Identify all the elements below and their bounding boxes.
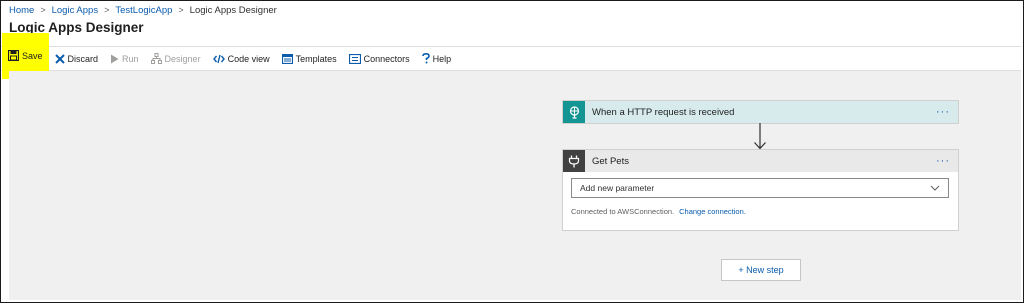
templates-label: Templates <box>295 53 337 64</box>
toolbar: Save Discard Run Designer Code view Temp… <box>2 32 458 79</box>
close-icon <box>54 53 65 64</box>
action-card-header[interactable]: Get Pets ··· <box>563 150 958 172</box>
change-connection-link[interactable]: Change connection. <box>679 207 746 216</box>
trigger-more-options-icon[interactable]: ··· <box>936 107 950 118</box>
connectors-button[interactable]: Connectors <box>343 47 416 70</box>
connectors-label: Connectors <box>363 53 410 64</box>
action-card[interactable]: Get Pets ··· Add new parameter Connected… <box>563 150 958 230</box>
breadcrumb-logic-apps[interactable]: Logic Apps <box>52 5 98 16</box>
breadcrumb-current: Logic Apps Designer <box>189 4 277 16</box>
new-step-button[interactable]: + New step <box>721 259 801 281</box>
connection-status-text: Connected to AWSConnection. <box>571 207 675 216</box>
http-request-icon <box>563 101 585 123</box>
code-view-button[interactable]: Code view <box>207 47 276 70</box>
question-mark-icon <box>421 53 430 64</box>
trigger-card[interactable]: When a HTTP request is received ··· <box>563 101 958 123</box>
chevron-down-icon <box>930 185 940 191</box>
breadcrumb-home[interactable]: Home <box>9 5 34 16</box>
help-button[interactable]: Help <box>416 47 458 70</box>
breadcrumb-test-logic-app[interactable]: TestLogicApp <box>115 5 172 16</box>
plug-icon <box>563 150 585 172</box>
designer-label: Designer <box>164 53 201 64</box>
discard-button[interactable]: Discard <box>49 47 105 70</box>
save-icon <box>8 50 19 61</box>
connector-arrow-icon <box>752 123 768 150</box>
action-more-options-icon[interactable]: ··· <box>936 156 950 167</box>
templates-icon <box>281 53 293 64</box>
trigger-card-header[interactable]: When a HTTP request is received ··· <box>563 101 958 123</box>
templates-button[interactable]: Templates <box>276 47 343 70</box>
breadcrumb: Home > Logic Apps > TestLogicApp > Logic… <box>9 3 277 17</box>
discard-label: Discard <box>67 53 99 64</box>
breadcrumb-separator: > <box>104 5 110 15</box>
designer-canvas: When a HTTP request is received ··· Get … <box>9 71 1021 300</box>
add-parameter-placeholder: Add new parameter <box>580 183 655 193</box>
breadcrumb-separator: > <box>178 5 184 15</box>
run-label: Run <box>122 53 139 64</box>
designer-button[interactable]: Designer <box>145 47 207 70</box>
code-view-label: Code view <box>227 53 270 64</box>
run-button[interactable]: Run <box>104 47 145 70</box>
designer-icon <box>150 53 162 64</box>
add-parameter-dropdown[interactable]: Add new parameter <box>571 178 949 198</box>
code-icon <box>212 54 225 64</box>
save-label: Save <box>22 50 43 61</box>
help-label: Help <box>432 53 452 64</box>
connection-info: Connected to AWSConnection. Change connec… <box>571 207 746 216</box>
breadcrumb-separator: > <box>40 5 46 15</box>
play-icon <box>110 54 119 64</box>
connectors-icon <box>348 53 361 64</box>
trigger-title: When a HTTP request is received <box>592 106 735 118</box>
action-title: Get Pets <box>592 155 629 167</box>
